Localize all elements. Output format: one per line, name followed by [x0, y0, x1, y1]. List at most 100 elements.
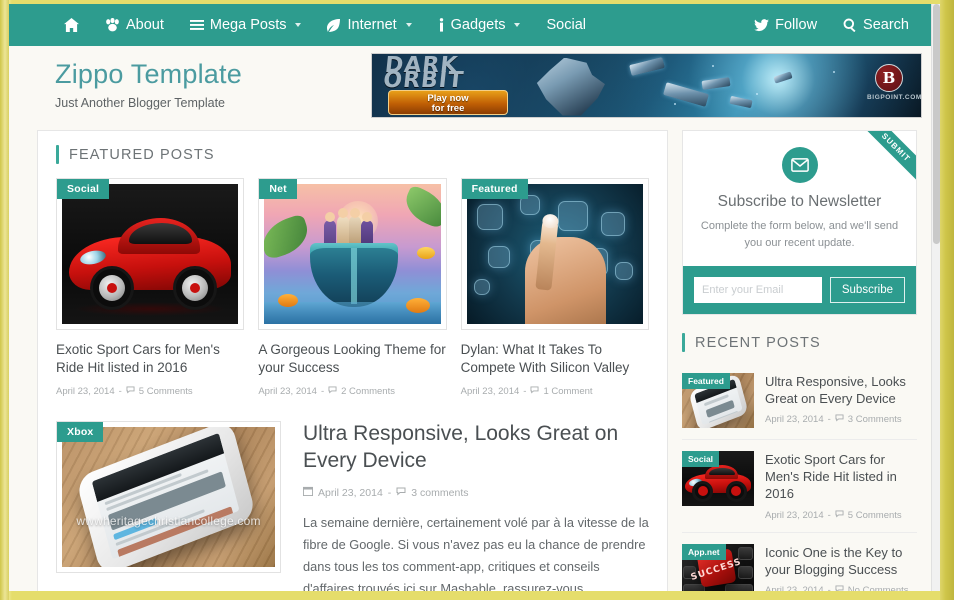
recent-post-title[interactable]: Exotic Sport Cars for Men's Ride Hit lis…	[765, 451, 917, 502]
post-comment-count: 5 Comments	[138, 386, 193, 398]
category-badge[interactable]: Social	[682, 451, 720, 468]
nav-label: Gadgets	[450, 16, 506, 33]
recent-post-meta: April 23, 2014 - No Comments	[765, 585, 917, 591]
site-title: Zippo Template	[55, 58, 242, 89]
nav-item-search[interactable]: Search	[830, 14, 922, 37]
post-thumbnail[interactable]: Featured	[460, 178, 649, 330]
paw-icon	[105, 18, 120, 32]
leaf-icon	[327, 18, 341, 32]
newsletter-form: Subscribe	[683, 266, 916, 315]
comment-icon	[328, 386, 337, 397]
post-date: April 23, 2014	[258, 386, 317, 398]
scrollbar-thumb[interactable]	[933, 4, 940, 244]
nav-item-home[interactable]	[51, 14, 92, 36]
heading-accent-bar	[56, 145, 59, 164]
banner-title-line2: ORBIT	[382, 67, 466, 93]
post-date: April 23, 2014	[765, 584, 824, 591]
subscribe-button[interactable]: Subscribe	[829, 277, 905, 304]
browser-page-frame: About Mega Posts Internet Gadgets Social…	[0, 0, 954, 600]
category-badge[interactable]: Net	[259, 179, 297, 199]
banner-ad[interactable]: DARK ORBIT Play now for free B BIGPOINT.…	[371, 52, 922, 118]
article-excerpt: La semaine dernière, certainement volé p…	[303, 515, 649, 591]
category-badge[interactable]: Xbox	[57, 422, 104, 443]
featured-post-card[interactable]: Net A Gorgeous Looking Theme for your Su…	[258, 178, 447, 397]
post-title[interactable]: A Gorgeous Looking Theme for your Succes…	[258, 341, 446, 377]
site-description: Just Another Blogger Template	[55, 96, 226, 111]
article-thumbnail[interactable]: Xbox wwwheritagechristiancollege.com	[56, 421, 281, 574]
post-meta: April 23, 2014 - 1 Comment	[461, 386, 649, 397]
article-title[interactable]: Ultra Responsive, Looks Great on Every D…	[303, 421, 649, 475]
featured-post-card[interactable]: Featured Dylan: What It Takes To Compete…	[460, 178, 649, 397]
post-meta: April 23, 2014 - 2 Comments	[258, 386, 446, 397]
thumbnail-image: wwwheritagechristiancollege.com	[62, 427, 275, 568]
nav-label: Search	[863, 16, 909, 33]
category-badge[interactable]: Social	[57, 179, 110, 199]
meta-separator: -	[827, 584, 831, 591]
nav-label: Mega Posts	[209, 16, 287, 33]
animated-boat-image	[264, 184, 441, 324]
article-body: Ultra Responsive, Looks Great on Every D…	[303, 421, 649, 591]
recent-post-thumbnail[interactable]: Social	[682, 451, 754, 507]
banner-star	[673, 102, 676, 105]
page-viewport: About Mega Posts Internet Gadgets Social…	[9, 4, 940, 591]
comment-icon	[835, 585, 844, 591]
heading-accent-bar	[682, 333, 685, 353]
banner-game-logo: DARK ORBIT	[382, 54, 555, 93]
nav-item-about[interactable]: About	[92, 14, 177, 37]
section-title: FEATURED POSTS	[69, 146, 215, 163]
recent-post-item[interactable]: Social Exotic Sport Cars for Men's Ride …	[682, 440, 917, 533]
image-watermark: wwwheritagechristiancollege.com	[76, 514, 261, 529]
recent-post-thumbnail[interactable]: App.net SUCCESS	[682, 543, 754, 591]
site-branding[interactable]: Zippo Template Just Another Blogger Temp…	[55, 58, 242, 111]
banner-advertiser-logo: B BIGPOINT.COM	[867, 63, 921, 108]
thumbnail-image	[466, 184, 643, 324]
nav-left-group: About Mega Posts Internet Gadgets Social	[51, 14, 599, 37]
nav-item-gadgets[interactable]: Gadgets	[425, 14, 534, 37]
recent-post-body: Exotic Sport Cars for Men's Ride Hit lis…	[765, 451, 917, 520]
category-badge[interactable]: Featured	[682, 373, 730, 390]
post-title[interactable]: Exotic Sport Cars for Men's Ride Hit lis…	[56, 341, 244, 377]
recent-post-item[interactable]: Featured Ultra Responsive, Looks Great o…	[682, 362, 917, 441]
page-scrollbar[interactable]	[931, 4, 940, 591]
home-icon	[64, 18, 79, 32]
post-thumbnail[interactable]: Net	[258, 178, 447, 330]
sidebar: SUBMIT Subscribe to Newsletter Complete …	[682, 130, 917, 591]
post-comment-count: 2 Comments	[341, 386, 395, 398]
featured-posts-heading: FEATURED POSTS	[56, 145, 649, 164]
recent-post-title[interactable]: Iconic One is the Key to your Blogging S…	[765, 544, 917, 578]
site-header: Zippo Template Just Another Blogger Temp…	[9, 46, 940, 124]
meta-separator: -	[827, 414, 831, 426]
nav-right-group: Follow Search	[741, 14, 922, 37]
white-phone-image: wwwheritagechristiancollege.com	[62, 427, 275, 568]
meta-separator: -	[387, 486, 392, 499]
nav-item-social[interactable]: Social	[533, 14, 599, 37]
nav-item-follow[interactable]: Follow	[741, 14, 830, 37]
nav-item-mega-posts[interactable]: Mega Posts	[177, 14, 315, 37]
post-comment-count: No Comments	[847, 584, 909, 591]
info-icon	[438, 18, 445, 32]
sports-car-image	[62, 184, 239, 324]
recent-post-meta: April 23, 2014 - 5 Comments	[765, 510, 917, 521]
nav-item-internet[interactable]: Internet	[314, 14, 424, 37]
thumbnail-image	[62, 184, 239, 324]
comment-icon	[126, 386, 135, 397]
post-title[interactable]: Dylan: What It Takes To Compete With Sil…	[461, 341, 649, 377]
email-input[interactable]	[694, 277, 822, 304]
envelope-icon	[781, 147, 818, 183]
recent-post-thumbnail[interactable]: Featured	[682, 373, 754, 429]
recent-post-title[interactable]: Ultra Responsive, Looks Great on Every D…	[765, 373, 917, 407]
content-area: FEATURED POSTS Social Exotic Sport Cars …	[9, 124, 940, 591]
section-title: RECENT POSTS	[695, 334, 821, 351]
recent-post-item[interactable]: App.net SUCCESS Iconic One is the Key to…	[682, 533, 917, 591]
recent-post-body: Ultra Responsive, Looks Great on Every D…	[765, 373, 917, 428]
nav-label: Follow	[775, 16, 818, 33]
banner-cta-button[interactable]: Play now for free	[388, 89, 508, 115]
meta-separator: -	[827, 509, 831, 521]
category-badge[interactable]: Featured	[461, 179, 528, 199]
featured-post-card[interactable]: Social Exotic Sport Cars for Men's Ride …	[56, 178, 245, 398]
latest-post-article: Xbox wwwheritagechristiancollege.com Ult…	[56, 421, 649, 591]
category-badge[interactable]: App.net	[682, 543, 726, 560]
featured-posts-grid: Social Exotic Sport Cars for Men's Ride …	[56, 178, 649, 397]
post-thumbnail[interactable]: Social	[56, 178, 245, 330]
newsletter-widget: SUBMIT Subscribe to Newsletter Complete …	[682, 130, 917, 316]
